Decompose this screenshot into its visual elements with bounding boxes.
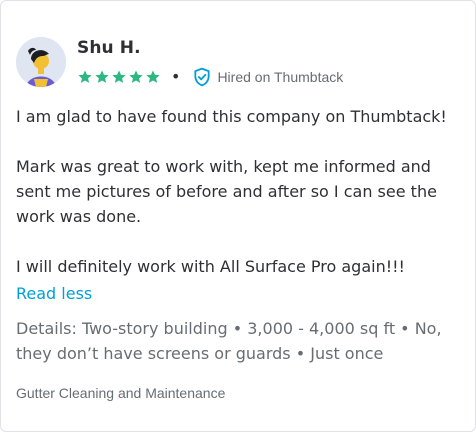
star-icon — [146, 70, 160, 83]
review-paragraph: I will definitely work with All Surface … — [16, 257, 405, 276]
review-text: I am glad to have found this company on … — [16, 104, 468, 279]
avatar — [16, 37, 66, 87]
star-rating — [77, 69, 161, 85]
service-category: Gutter Cleaning and Maintenance — [16, 385, 226, 401]
star-icon — [129, 70, 143, 83]
review-paragraph: Mark was great to work with, kept me inf… — [16, 157, 437, 226]
read-less-link[interactable]: Read less — [16, 281, 92, 306]
star-icon — [112, 70, 126, 83]
star-icon — [95, 70, 109, 83]
verified-shield-icon — [194, 67, 211, 87]
avatar-illustration — [16, 37, 66, 87]
separator-dot: • — [171, 67, 181, 86]
review-paragraph: I am glad to have found this company on … — [16, 107, 447, 126]
review-meta: • Hired on Thumbtack — [77, 66, 343, 88]
reviewer-name: Shu H. — [77, 38, 141, 58]
review-card: Shu H. • Hired on Thumbtack I am glad to… — [0, 0, 476, 432]
job-details: Details: Two-story building • 3,000 - 4,… — [16, 319, 442, 363]
hired-badge-label: Hired on Thumbtack — [217, 69, 344, 85]
star-icon — [78, 70, 92, 83]
